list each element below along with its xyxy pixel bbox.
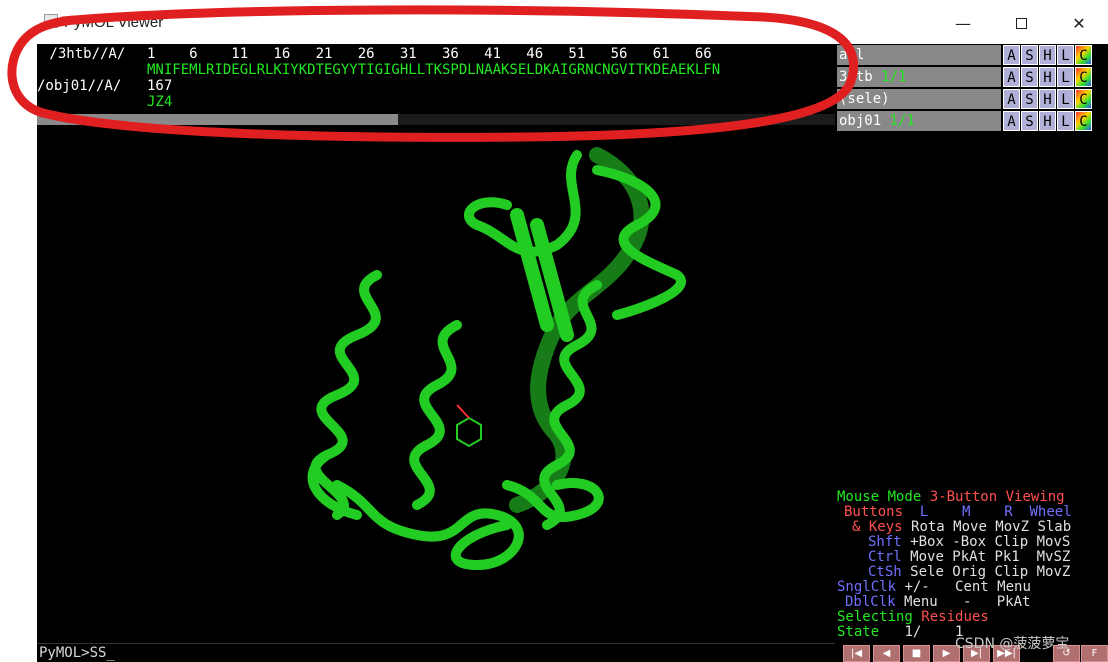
mouse-ctsh-row: CtSh Sele Orig Clip MovZ — [868, 564, 1071, 580]
label-button[interactable]: L — [1057, 89, 1074, 109]
first-frame-button[interactable]: |◀ — [843, 645, 870, 662]
object-row-all[interactable]: all A S H L C — [835, 44, 1108, 66]
mouse-buttons-header: Buttons L M R Wheel — [844, 504, 1072, 520]
command-line-input[interactable]: PyMOL>SS_ — [37, 643, 835, 662]
mouse-shft-row: Shft +Box -Box Clip MovS — [868, 534, 1071, 550]
mouse-ctrl-row: Ctrl Move PkAt Pk1 MvSZ — [868, 549, 1071, 565]
hide-button[interactable]: H — [1039, 67, 1056, 87]
helix-center — [409, 320, 462, 510]
mouse-mode-title[interactable]: Mouse Mode 3-Button Viewing — [837, 490, 1065, 505]
label-button[interactable]: L — [1057, 111, 1074, 131]
minimize-button[interactable]: — — [940, 8, 986, 38]
color-button[interactable]: C — [1075, 89, 1092, 109]
label-button[interactable]: L — [1057, 45, 1074, 65]
mouse-mode-panel[interactable]: Mouse Mode 3-Button Viewing Buttons L M … — [835, 489, 1108, 643]
label-button[interactable]: L — [1057, 67, 1074, 87]
object-row-3htb[interactable]: 3htb 1/1 A S H L C — [835, 66, 1108, 88]
object-row-obj01[interactable]: obj01 1/1 A S H L C — [835, 110, 1108, 132]
full-screen-button[interactable]: F — [1081, 645, 1108, 662]
action-button[interactable]: A — [1003, 45, 1020, 65]
action-button[interactable]: A — [1003, 111, 1020, 131]
show-button[interactable]: S — [1021, 89, 1038, 109]
molecular-viewport[interactable] — [37, 125, 835, 643]
previous-frame-button[interactable]: ◀ — [873, 645, 900, 662]
maximize-button[interactable] — [998, 8, 1044, 38]
mouse-keys-row: & Keys Rota Move MovZ Slab — [852, 519, 1072, 535]
hide-button[interactable]: H — [1039, 89, 1056, 109]
ligand-jz4 — [456, 404, 482, 448]
helix-left — [310, 270, 382, 520]
show-button[interactable]: S — [1021, 45, 1038, 65]
hide-button[interactable]: H — [1039, 111, 1056, 131]
mouse-dbl-row: DblClk Menu - PkAt — [845, 594, 1031, 610]
show-button[interactable]: S — [1021, 67, 1038, 87]
color-button[interactable]: C — [1075, 45, 1092, 65]
color-button[interactable]: C — [1075, 111, 1092, 131]
protein-cartoon — [307, 147, 686, 570]
annotation-circle — [7, 5, 859, 142]
selecting-mode[interactable]: Selecting Residues — [837, 610, 989, 625]
csdn-watermark: CSDN @菠菠萝宝 — [955, 636, 1070, 652]
action-button[interactable]: A — [1003, 89, 1020, 109]
show-button[interactable]: S — [1021, 111, 1038, 131]
state-indicator: State 1/ 1 — [837, 624, 964, 640]
object-row-sele[interactable]: (sele) A S H L C — [835, 88, 1108, 110]
close-button[interactable]: ✕ — [1056, 8, 1102, 38]
color-button[interactable]: C — [1075, 67, 1092, 87]
mouse-sngl-row: SnglClk +/- Cent Menu — [837, 579, 1031, 595]
maximize-icon — [1015, 17, 1027, 29]
hide-button[interactable]: H — [1039, 45, 1056, 65]
action-button[interactable]: A — [1003, 67, 1020, 87]
object-panel: all A S H L C 3htb 1/1 A S H L C (sele) … — [835, 44, 1108, 489]
stop-button[interactable]: ■ — [903, 645, 930, 662]
